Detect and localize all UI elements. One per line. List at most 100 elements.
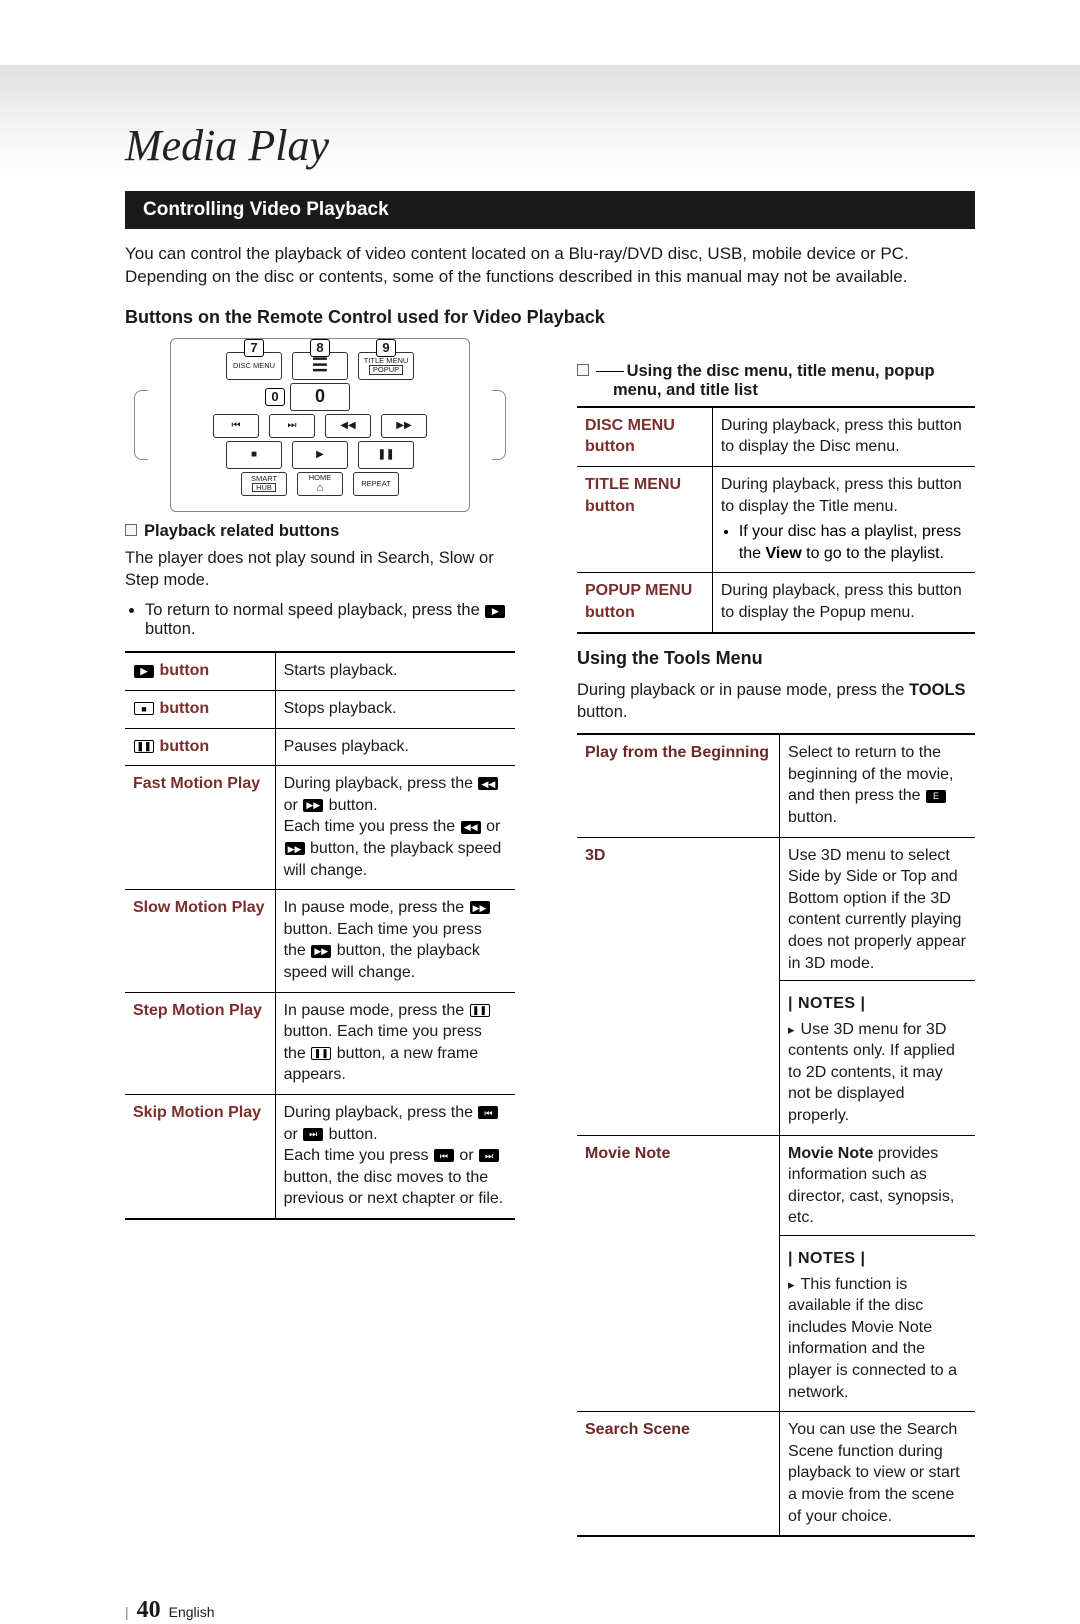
- diag-ff-button: ▶▶: [381, 414, 427, 438]
- section-heading: Controlling Video Playback: [125, 191, 975, 229]
- table-row: Step Motion Play In pause mode, press th…: [125, 992, 515, 1094]
- table-row: ▶ button Starts playback.: [125, 652, 515, 690]
- tools-heading: Using the Tools Menu: [577, 648, 975, 669]
- pause-icon: ❚❚: [311, 1047, 331, 1060]
- footer-sep: |: [125, 1604, 129, 1620]
- ff-icon: ▶▶: [311, 945, 331, 958]
- row-desc: During playback, press this button to di…: [712, 407, 975, 467]
- next-icon: ⏭: [479, 1149, 499, 1162]
- row-label: ▶ button: [125, 652, 275, 690]
- row-desc: Select to return to the beginning of the…: [780, 734, 975, 837]
- table-row: POPUP MENUbutton During playback, press …: [577, 573, 975, 633]
- playback-bullet-1: To return to normal speed playback, pres…: [145, 601, 515, 639]
- page-number: 40: [137, 1597, 161, 1624]
- diag-home-button: HOME ⌂: [297, 472, 343, 496]
- left-column: 7 DISC MENU 8 ☰ 9 TITLE MENU POPUP: [125, 338, 515, 1537]
- row-label: Movie Note: [577, 1135, 780, 1412]
- ff-icon: ▶▶: [470, 901, 490, 914]
- ff-icon: ▶▶: [285, 842, 305, 855]
- title-menu-bullet: If your disc has a playlist, press the V…: [739, 521, 967, 564]
- table-row: Slow Motion Play In pause mode, press th…: [125, 890, 515, 992]
- notes-label: | NOTES |: [788, 993, 967, 1015]
- prev-icon: ⏮: [434, 1149, 454, 1162]
- right-column: Using the disc menu, title menu, popup m…: [577, 338, 975, 1537]
- diag-title-popup-button: 9 TITLE MENU POPUP: [358, 352, 414, 380]
- diag-zero-button: 0 0: [290, 383, 350, 411]
- diag-menu-button: 8 ☰: [292, 352, 348, 380]
- table-row: TITLE MENUbutton During playback, press …: [577, 467, 975, 573]
- note-item: This function is available if the disc i…: [788, 1274, 967, 1404]
- next-icon: ⏭: [303, 1128, 323, 1141]
- page-title: Media Play: [125, 120, 975, 171]
- row-desc: Stops playback.: [275, 691, 515, 729]
- diag-play-button: ▶: [292, 441, 348, 469]
- enter-icon: E: [926, 790, 946, 803]
- diag-smarthub-button: SMART HUB: [241, 472, 287, 496]
- diag-next-button: ⏭: [269, 414, 315, 438]
- diag-rew-button: ◀◀: [325, 414, 371, 438]
- callout-0: 0: [265, 388, 285, 406]
- diag-stop-button: ■: [226, 441, 282, 469]
- page-content: Media Play Controlling Video Playback Yo…: [0, 0, 1080, 1624]
- playback-note: The player does not play sound in Search…: [125, 547, 515, 592]
- row-desc: During playback, press the ⏮ or ⏭ button…: [275, 1094, 515, 1218]
- notes-label: | NOTES |: [788, 1248, 967, 1270]
- callout-9: 9: [376, 339, 396, 357]
- table-row: Fast Motion Play During playback, press …: [125, 766, 515, 890]
- disc-menu-table: DISC MENUbutton During playback, press t…: [577, 406, 975, 634]
- remote-outline-right: [492, 390, 506, 460]
- disc-menu-sub: Using the disc menu, title menu, popup m…: [577, 362, 975, 400]
- tools-intro: During playback or in pause mode, press …: [577, 679, 975, 724]
- table-row: Search Scene You can use the Search Scen…: [577, 1412, 975, 1536]
- stop-icon: ■: [134, 702, 154, 715]
- row-label: Slow Motion Play: [125, 890, 275, 992]
- prev-icon: ⏮: [478, 1106, 498, 1119]
- row-label: 3D: [577, 837, 780, 1135]
- row-desc: Movie Note provides information such as …: [780, 1135, 975, 1412]
- row-label: ■ button: [125, 691, 275, 729]
- row-label: Play from the Beginning: [577, 734, 780, 837]
- row-desc: In pause mode, press the ▶▶ button. Each…: [275, 890, 515, 992]
- row-label: POPUP MENUbutton: [577, 573, 712, 633]
- pause-icon: ❚❚: [470, 1004, 490, 1017]
- table-row: 3D Use 3D menu to select Side by Side or…: [577, 837, 975, 1135]
- row-desc: Starts playback.: [275, 652, 515, 690]
- row-label: DISC MENUbutton: [577, 407, 712, 467]
- play-icon: ▶: [134, 665, 154, 678]
- table-row: ❚❚ button Pauses playback.: [125, 728, 515, 766]
- row-desc: Pauses playback.: [275, 728, 515, 766]
- row-label: TITLE MENUbutton: [577, 467, 712, 573]
- table-row: Skip Motion Play During playback, press …: [125, 1094, 515, 1218]
- play-icon: ▶: [485, 605, 505, 618]
- row-desc: In pause mode, press the ❚❚ button. Each…: [275, 992, 515, 1094]
- row-label: ❚❚ button: [125, 728, 275, 766]
- rew-icon: ◀◀: [478, 777, 498, 790]
- footer-lang: English: [169, 1604, 215, 1620]
- playback-table: ▶ button Starts playback. ■ button Stops…: [125, 651, 515, 1219]
- ff-icon: ▶▶: [303, 799, 323, 812]
- table-row: DISC MENUbutton During playback, press t…: [577, 407, 975, 467]
- remote-diagram: 7 DISC MENU 8 ☰ 9 TITLE MENU POPUP: [170, 338, 470, 512]
- row-desc: During playback, press this button to di…: [712, 573, 975, 633]
- row-desc: You can use the Search Scene function du…: [780, 1412, 975, 1536]
- intro-text: You can control the playback of video co…: [125, 243, 975, 289]
- table-row: Play from the Beginning Select to return…: [577, 734, 975, 837]
- row-label: Fast Motion Play: [125, 766, 275, 890]
- remote-outline-left: [134, 390, 148, 460]
- table-row: Movie Note Movie Note provides informati…: [577, 1135, 975, 1412]
- remote-heading: Buttons on the Remote Control used for V…: [125, 307, 975, 328]
- callout-7: 7: [244, 339, 264, 357]
- row-desc: During playback, press this button to di…: [712, 467, 975, 573]
- diag-repeat-button: REPEAT: [353, 472, 399, 496]
- row-label: Step Motion Play: [125, 992, 275, 1094]
- note-item: Use 3D menu for 3D contents only. If app…: [788, 1019, 967, 1127]
- row-label: Search Scene: [577, 1412, 780, 1536]
- table-row: ■ button Stops playback.: [125, 691, 515, 729]
- playback-bullets: To return to normal speed playback, pres…: [125, 601, 515, 639]
- two-column-layout: 7 DISC MENU 8 ☰ 9 TITLE MENU POPUP: [125, 338, 975, 1537]
- callout-8: 8: [310, 339, 330, 357]
- row-desc: Use 3D menu to select Side by Side or To…: [780, 837, 975, 1135]
- diag-prev-button: ⏮: [213, 414, 259, 438]
- tools-table: Play from the Beginning Select to return…: [577, 733, 975, 1537]
- pause-icon: ❚❚: [134, 740, 154, 753]
